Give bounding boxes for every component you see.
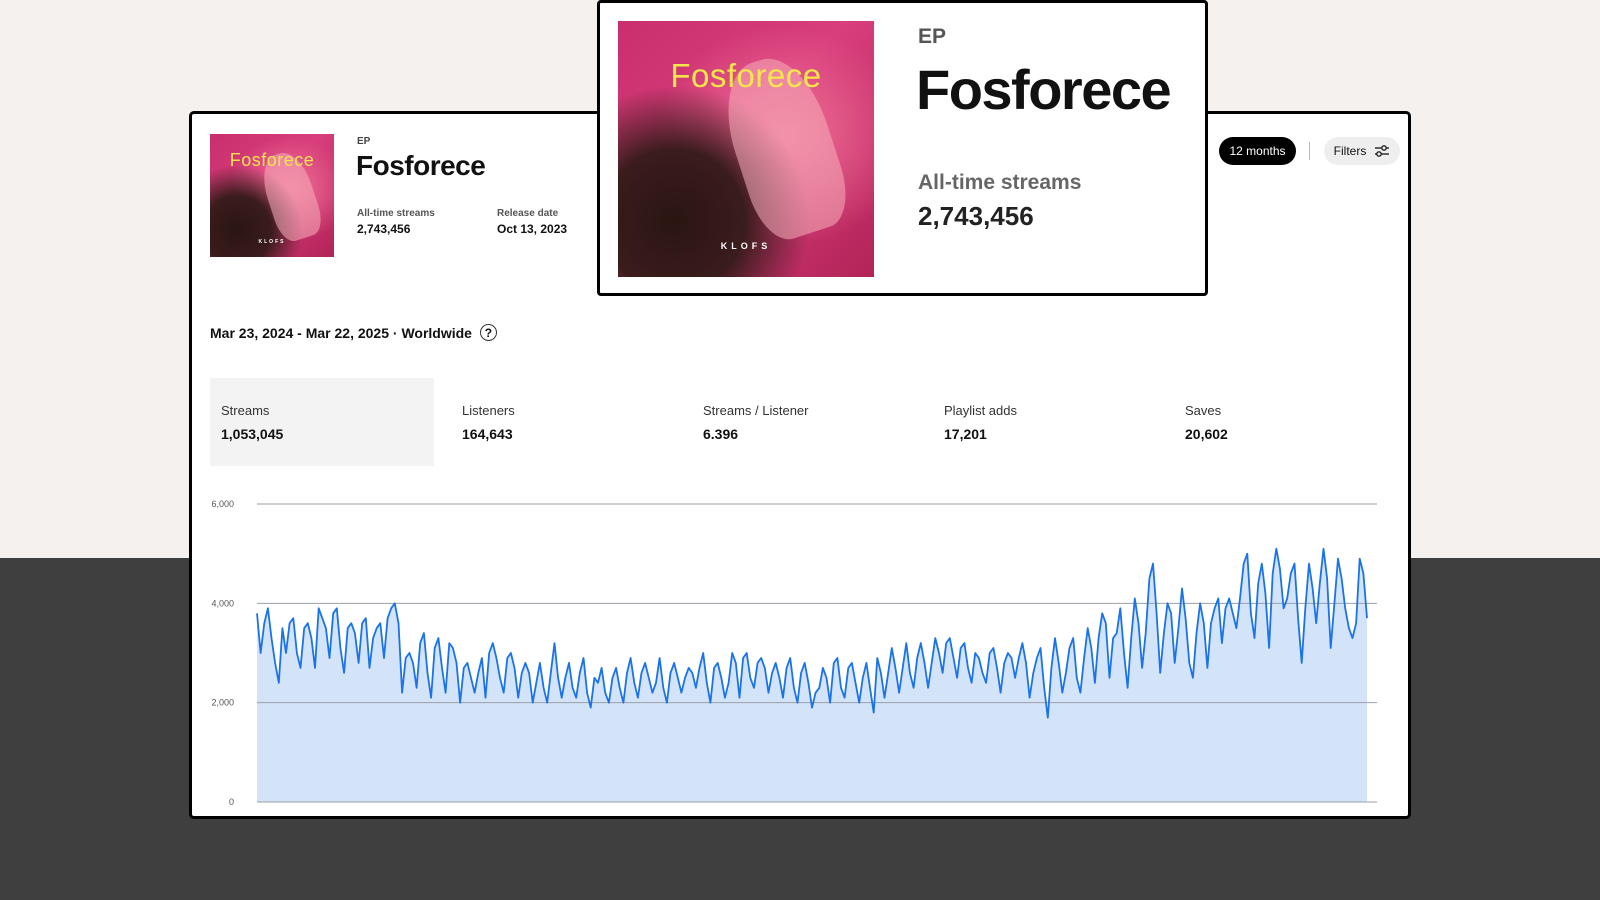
album-title: Fosforece	[356, 150, 486, 181]
metric-playlist-adds[interactable]: Playlist adds 17,201	[933, 378, 1157, 466]
control-divider	[1309, 142, 1310, 160]
metric-value: 6.396	[703, 426, 739, 442]
cover-artist-text: KLOFS	[258, 239, 286, 245]
metric-streams[interactable]: Streams 1,053,045	[210, 378, 434, 466]
zoom-all-time-streams-label: All-time streams	[918, 171, 1082, 194]
metric-streams-per-listener[interactable]: Streams / Listener 6.396	[692, 378, 916, 466]
album-cover: Fosforece KLOFS	[210, 134, 334, 257]
metric-value: 20,602	[1185, 426, 1228, 442]
y-tick-label: 0	[229, 797, 234, 807]
metric-saves[interactable]: Saves 20,602	[1174, 378, 1398, 466]
album-cover-zoomed: Fosforece KLOFS	[618, 21, 874, 277]
filters-label: Filters	[1333, 144, 1367, 158]
question-circle-icon[interactable]: ?	[479, 324, 497, 341]
cover-title-text: Fosforece	[670, 57, 822, 94]
metric-value: 164,643	[462, 426, 513, 442]
streams-area	[257, 548, 1367, 802]
sliders-icon	[1375, 145, 1390, 157]
y-tick-label: 6,000	[211, 499, 234, 509]
zoom-inset: Fosforece KLOFS EP Fosforece All-time st…	[597, 0, 1208, 296]
all-time-streams-value: 2,743,456	[357, 222, 411, 236]
cover-artist-text: KLOFS	[720, 241, 772, 251]
metric-label: Saves	[1185, 403, 1222, 418]
metric-value: 1,053,045	[221, 426, 284, 442]
album-type: EP	[357, 136, 371, 147]
metric-label: Streams	[221, 403, 270, 418]
metric-label: Listeners	[462, 403, 515, 418]
period-12-months-button[interactable]: 12 months	[1219, 137, 1296, 165]
date-range: Mar 23, 2024 - Mar 22, 2025 · Worldwide …	[210, 324, 497, 341]
cover-title-text: Fosforece	[229, 150, 315, 170]
metric-value: 17,201	[944, 426, 987, 442]
metric-label: Streams / Listener	[703, 403, 809, 418]
metric-label: Playlist adds	[944, 403, 1017, 418]
y-tick-label: 2,000	[211, 698, 234, 708]
all-time-streams-label: All-time streams	[357, 208, 435, 219]
release-date-value: Oct 13, 2023	[497, 222, 568, 236]
y-tick-label: 4,000	[211, 598, 234, 608]
streams-chart: 0 2,000 4,000 6,000	[211, 499, 1377, 807]
release-date-label: Release date	[497, 208, 559, 219]
zoom-album-title: Fosforece	[916, 58, 1172, 121]
date-range-text: Mar 23, 2024 - Mar 22, 2025 · Worldwide	[210, 324, 472, 341]
filters-button[interactable]: Filters	[1324, 137, 1400, 165]
metric-listeners[interactable]: Listeners 164,643	[451, 378, 675, 466]
zoom-all-time-streams-value: 2,743,456	[918, 201, 1034, 231]
zoom-album-type: EP	[918, 25, 947, 48]
